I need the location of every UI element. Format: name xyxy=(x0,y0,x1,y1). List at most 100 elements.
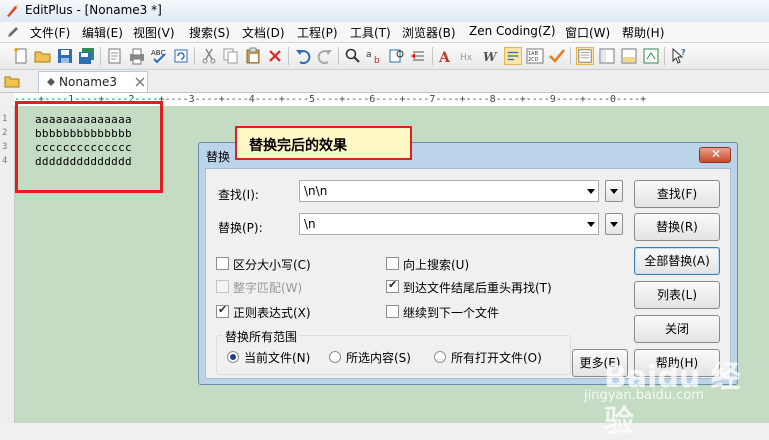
match-case-label: 区分大小写(C) xyxy=(233,258,311,272)
toolbar-separator xyxy=(194,47,195,65)
redo-icon[interactable] xyxy=(316,47,334,65)
find-regex-menu-button[interactable] xyxy=(605,180,623,202)
goto-line-icon[interactable] xyxy=(410,47,428,65)
annotation-text: 替换完后的效果 xyxy=(249,138,347,154)
chevron-down-icon xyxy=(587,189,595,194)
menu-window[interactable]: 窗口(W) xyxy=(565,24,610,41)
menu-zen-coding[interactable]: Zen Coding(Z) xyxy=(469,24,556,38)
find-button[interactable]: 查找(F) xyxy=(634,180,720,208)
scope-group-title: 替换所有范围 xyxy=(223,328,300,345)
svg-text:a: a xyxy=(366,50,372,60)
dialog-close-button[interactable]: ✕ xyxy=(699,147,731,163)
menu-view[interactable]: 视图(V) xyxy=(133,24,175,41)
menu-file[interactable]: 文件(F) xyxy=(30,24,70,41)
undo-icon[interactable] xyxy=(294,47,312,65)
scope-all-open-radio[interactable] xyxy=(434,351,446,363)
paste-icon[interactable] xyxy=(244,47,262,65)
menu-project[interactable]: 工程(P) xyxy=(297,24,338,41)
replace-all-button[interactable]: 全部替换(A) xyxy=(634,247,720,275)
checkmark-icon: ✔ xyxy=(218,303,228,316)
browser-preview-icon[interactable] xyxy=(642,47,660,65)
annotation-callout: 替换完后的效果 xyxy=(235,126,412,160)
find-input[interactable]: \n\n xyxy=(299,180,599,202)
directory-window-icon[interactable] xyxy=(576,47,594,65)
refresh-icon[interactable] xyxy=(172,47,190,65)
print-icon[interactable] xyxy=(128,47,146,65)
new-file-icon[interactable] xyxy=(12,47,30,65)
scope-current-file-label: 当前文件(N) xyxy=(244,351,311,365)
cut-icon[interactable] xyxy=(200,47,218,65)
line-number: 3 xyxy=(2,142,8,152)
context-help-icon[interactable]: ? xyxy=(670,47,688,65)
diamond-icon xyxy=(47,78,55,86)
find-icon[interactable] xyxy=(344,47,362,65)
next-file-checkbox[interactable] xyxy=(386,305,399,318)
chevron-down-icon xyxy=(610,222,618,227)
scope-selection-radio[interactable] xyxy=(329,351,341,363)
menu-help[interactable]: 帮助(H) xyxy=(622,24,664,41)
toolbar-separator xyxy=(100,47,101,65)
watermark-site: jingyan.baidu.com xyxy=(584,388,704,403)
replace-regex-menu-button[interactable] xyxy=(605,213,623,235)
svg-text:b: b xyxy=(374,56,380,65)
menu-edit[interactable]: 编辑(E) xyxy=(82,24,123,41)
folder-icon[interactable] xyxy=(4,73,20,89)
search-up-label: 向上搜索(U) xyxy=(403,258,470,272)
menu-document[interactable]: 文档(D) xyxy=(242,24,285,41)
list-button[interactable]: 列表(L) xyxy=(634,281,720,309)
menu-browser[interactable]: 浏览器(B) xyxy=(402,24,456,41)
column-select-icon[interactable]: 1AB2CD xyxy=(526,47,544,65)
line-number: 4 xyxy=(2,156,8,166)
svg-text:Hx: Hx xyxy=(460,53,473,63)
regex-label: 正则表达式(X) xyxy=(233,306,311,320)
result-highlight-box xyxy=(15,101,163,193)
html-toolbar-icon[interactable]: Hx xyxy=(460,47,478,65)
close-icon: ✕ xyxy=(711,147,722,161)
scope-current-file-radio[interactable] xyxy=(227,351,239,363)
open-folder-icon[interactable] xyxy=(34,47,52,65)
chevron-down-icon xyxy=(610,189,618,194)
find-in-files-icon[interactable] xyxy=(388,47,406,65)
baidu-watermark: Baidu 经验 jingyan.baidu.com xyxy=(584,348,769,439)
output-window-icon[interactable] xyxy=(620,47,638,65)
menu-tools[interactable]: 工具(T) xyxy=(350,24,391,41)
replace-label: 替换(P): xyxy=(218,221,263,235)
save-icon[interactable] xyxy=(56,47,74,65)
replace-icon[interactable]: ab xyxy=(366,47,384,65)
check-mark-icon[interactable] xyxy=(548,47,566,65)
save-all-icon[interactable] xyxy=(78,47,96,65)
regex-checkbox[interactable]: ✔ xyxy=(216,303,229,318)
svg-text:?: ? xyxy=(681,48,686,57)
delete-icon[interactable] xyxy=(266,47,284,65)
close-button[interactable]: 关闭 xyxy=(634,315,720,343)
wrap-around-checkbox[interactable]: ✔ xyxy=(386,278,399,293)
chevron-down-icon xyxy=(587,222,595,227)
document-tab-bar: Noname3 xyxy=(0,70,769,93)
replace-button[interactable]: 替换(R) xyxy=(634,213,720,241)
replace-input[interactable]: \n xyxy=(299,213,599,235)
toolbar: ABC ab A Hx W 1AB 2CD ? xyxy=(0,43,769,70)
menu-search[interactable]: 搜索(S) xyxy=(189,24,230,41)
copy-icon[interactable] xyxy=(222,47,240,65)
match-case-checkbox[interactable] xyxy=(216,257,229,270)
find-label: 查找(I): xyxy=(218,188,259,202)
menu-bar: 文件(F) 编辑(E) 视图(V) 搜索(S) 文档(D) 工程(P) 工具(T… xyxy=(0,22,769,43)
spell-check-icon[interactable]: ABC xyxy=(150,47,168,65)
tab-close-icon[interactable] xyxy=(135,77,145,87)
toolbar-separator xyxy=(338,47,339,65)
print-preview-icon[interactable] xyxy=(106,47,124,65)
cliptext-window-icon[interactable] xyxy=(598,47,616,65)
whole-word-label: 整字匹配(W) xyxy=(233,281,303,295)
replace-value: \n xyxy=(304,217,316,231)
svg-text:W: W xyxy=(483,50,498,64)
pen-icon xyxy=(8,27,18,37)
scope-selection-label: 所选内容(S) xyxy=(346,351,411,365)
dialog-title: 替换 xyxy=(206,150,231,164)
line-wrap-toggle-icon[interactable] xyxy=(504,47,522,65)
font-icon[interactable]: A xyxy=(438,47,456,65)
tab-noname3[interactable]: Noname3 xyxy=(38,71,148,92)
line-number: 1 xyxy=(2,114,8,124)
word-wrap-icon[interactable]: W xyxy=(482,47,500,65)
line-number: 2 xyxy=(2,128,8,138)
search-up-checkbox[interactable] xyxy=(386,257,399,270)
